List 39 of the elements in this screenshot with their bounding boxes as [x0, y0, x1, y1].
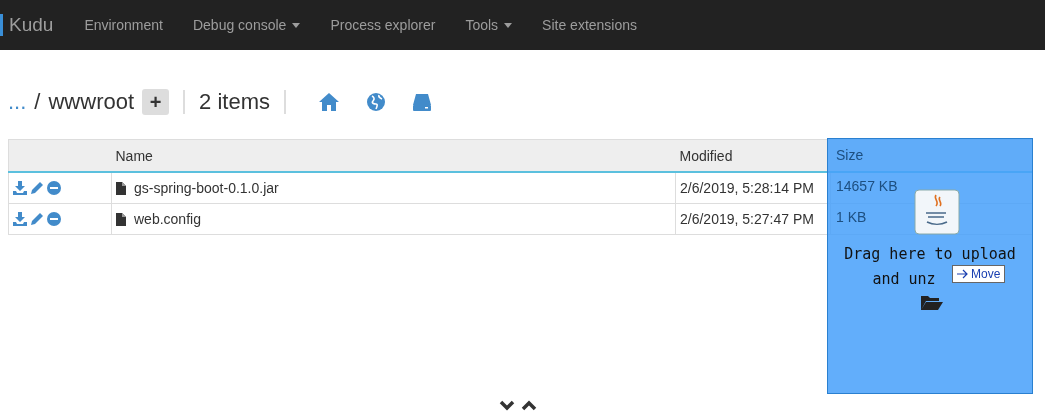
drop-zone[interactable]: Size 14657 KB 1 KB Drag here to upload and unz Move [827, 138, 1033, 394]
brand-logo[interactable]: Kudu [0, 14, 70, 36]
file-name-link[interactable]: web.config [134, 211, 201, 227]
file-name-link[interactable]: gs-spring-boot-0.1.0.jar [134, 180, 279, 196]
item-count: 2 items [199, 89, 270, 115]
delete-icon[interactable] [47, 181, 61, 195]
table-cell-text: 14657 KB [836, 177, 898, 196]
download-icon[interactable] [13, 212, 27, 226]
new-item-button[interactable]: + [142, 89, 170, 115]
java-cup-icon [914, 189, 960, 235]
chevron-up-icon[interactable] [520, 400, 537, 411]
nav-link[interactable]: Process explorer [315, 17, 451, 33]
chevron-down-icon[interactable] [498, 400, 515, 411]
column-header: Name [111, 139, 676, 172]
nav-link[interactable]: Site extensions [527, 17, 653, 33]
folder-icon [921, 294, 943, 310]
caret-icon[interactable] [504, 22, 513, 28]
drive-icon[interactable] [411, 92, 432, 112]
home-icon[interactable] [317, 92, 340, 112]
tooltip-text: Move [971, 267, 1001, 281]
column-header: Size [836, 146, 864, 165]
drop-hint: Drag here to upload [844, 244, 1016, 265]
globe-icon[interactable] [365, 92, 386, 112]
caret-icon[interactable] [292, 22, 301, 28]
file-icon [116, 212, 126, 226]
download-icon[interactable] [13, 181, 27, 195]
pencil-icon[interactable] [30, 181, 44, 195]
nav-link[interactable]: Tools [465, 17, 499, 33]
table-cell-text: 1 KB [836, 208, 867, 227]
parent-folder-link[interactable]: ... [8, 89, 27, 115]
pencil-icon[interactable] [30, 212, 44, 226]
arrow-icon [957, 269, 969, 279]
current-folder: wwwroot [48, 89, 135, 115]
delete-icon[interactable] [47, 212, 61, 226]
nav-link[interactable]: Debug console [192, 17, 287, 33]
file-icon [116, 181, 126, 195]
nav-link[interactable]: Environment [69, 17, 178, 33]
drop-hint: and unz [872, 269, 936, 290]
path-separator: / [34, 89, 41, 115]
